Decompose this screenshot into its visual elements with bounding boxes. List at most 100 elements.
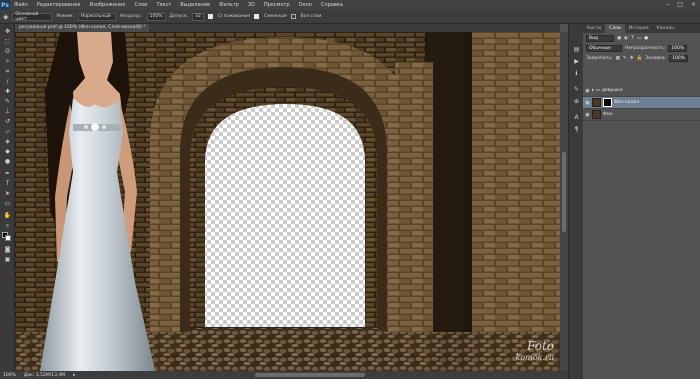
crop-tool-icon[interactable]: ⌗ xyxy=(3,68,12,75)
close-button[interactable]: × xyxy=(691,1,696,8)
options-bar: ◈ Основной цвет Режим: Нормальный Непроз… xyxy=(0,10,700,24)
menu-filter[interactable]: Фильтр xyxy=(219,2,239,8)
minimize-button[interactable]: – xyxy=(666,1,669,8)
vertical-scrollbar[interactable] xyxy=(560,32,568,371)
layer-row[interactable]: ◉ Фон xyxy=(583,109,700,121)
paragraph-panel-icon[interactable]: ¶ xyxy=(572,126,581,133)
status-arrow-icon[interactable]: ▸ xyxy=(73,373,75,378)
clone-source-panel-icon[interactable]: ⊕ xyxy=(572,98,581,105)
tab-history[interactable]: История xyxy=(625,24,653,33)
contiguous-label: Смежные xyxy=(264,14,287,19)
document-tab[interactable]: ресуаальня prof @ 100% (Фон копия, Слой-… xyxy=(15,24,150,32)
type-tool-icon[interactable]: T xyxy=(3,180,12,187)
horizontal-scroll-thumb[interactable] xyxy=(255,373,365,377)
lock-pixels-icon[interactable]: ▦ xyxy=(616,56,620,61)
eraser-tool-icon[interactable]: ▱ xyxy=(3,128,12,135)
doc-size: Док: 3,52M/13,4M xyxy=(23,372,66,378)
layers-panel: Кисти Слои История Каналы Вид ▣ ◐ T ▭ ● … xyxy=(583,24,700,379)
layer-name: Фон xyxy=(603,112,613,117)
menu-help[interactable]: Справка xyxy=(321,2,343,8)
paint-bucket-icon[interactable]: ◈ xyxy=(3,13,8,21)
tolerance-input[interactable]: 32 xyxy=(192,12,204,21)
canvas-artwork xyxy=(15,32,560,371)
layer-filter-select[interactable]: Вид xyxy=(586,34,614,42)
eye-icon[interactable]: ◉ xyxy=(583,100,592,106)
hand-tool-icon[interactable]: ✋ xyxy=(3,212,12,219)
history-brush-tool-icon[interactable]: ↺ xyxy=(3,118,12,125)
lock-move-icon[interactable]: ✥ xyxy=(630,56,634,61)
lock-paint-icon[interactable]: ✎ xyxy=(623,56,627,61)
menu-file[interactable]: Файл xyxy=(14,2,28,8)
marquee-tool-icon[interactable]: ⬚ xyxy=(3,38,12,45)
info-panel-icon[interactable]: ℹ xyxy=(572,70,581,77)
tab-channels[interactable]: Каналы xyxy=(653,24,679,33)
eye-icon[interactable]: ◉ xyxy=(583,112,592,118)
character-panel-icon[interactable]: A xyxy=(572,114,581,121)
healing-tool-icon[interactable]: ✚ xyxy=(3,88,12,95)
actions-panel-icon[interactable]: ▶ xyxy=(572,58,581,65)
menu-window[interactable]: Окно xyxy=(299,2,312,8)
zoom-tool-icon[interactable]: ⌕ xyxy=(3,222,12,229)
lasso-tool-icon[interactable]: ʘ xyxy=(3,48,12,55)
layer-opacity-input[interactable]: 100% xyxy=(668,44,688,52)
filter-shape-icon[interactable]: ▭ xyxy=(637,36,641,41)
filter-pixel-icon[interactable]: ▣ xyxy=(617,36,621,41)
brush-tool-icon[interactable]: ✎ xyxy=(3,98,12,105)
menu-edit[interactable]: Редактирование xyxy=(37,2,81,8)
eye-icon[interactable]: ◉ xyxy=(583,88,592,94)
path-selection-tool-icon[interactable]: ➤ xyxy=(3,190,12,197)
eyedropper-tool-icon[interactable]: ∕ xyxy=(3,78,12,85)
layer-row-group[interactable]: ◉ ▸ ▭ девушка xyxy=(583,85,700,97)
all-layers-label: Все слои xyxy=(300,14,322,19)
magic-wand-tool-icon[interactable]: ✧ xyxy=(3,58,12,65)
filter-toggle-icon[interactable]: ● xyxy=(644,36,648,41)
history-panel-icon[interactable]: ▤ xyxy=(572,46,581,53)
tab-brushes[interactable]: Кисти xyxy=(583,24,605,33)
menu-view[interactable]: Просмотр xyxy=(264,2,290,8)
menu-3d[interactable]: 3D xyxy=(248,2,255,8)
stamp-tool-icon[interactable]: ⊥ xyxy=(3,108,12,115)
zoom-level[interactable]: 100% xyxy=(3,373,16,378)
mode-label: Режим: xyxy=(56,14,74,19)
contiguous-checkbox[interactable] xyxy=(254,14,260,19)
shape-tool-icon[interactable]: ▭ xyxy=(3,200,12,207)
paint-bucket-tool-icon[interactable]: ◈ xyxy=(3,138,12,145)
brush-panel-icon[interactable]: ✎ xyxy=(572,86,581,93)
watermark-logo: Foto komok.ru xyxy=(516,340,554,363)
blur-tool-icon[interactable]: ◆ xyxy=(3,148,12,155)
screen-mode-icon[interactable]: ▣ xyxy=(3,256,12,263)
antialias-label: Сглаживание xyxy=(217,14,251,19)
panel-tabs: Кисти Слои История Каналы xyxy=(583,24,700,33)
tab-layers[interactable]: Слои xyxy=(605,24,625,33)
move-tool-icon[interactable]: ✥ xyxy=(3,28,12,35)
layer-mask-thumbnail[interactable] xyxy=(603,98,612,107)
layer-thumbnail xyxy=(592,110,601,119)
layer-name: Фон копия xyxy=(614,100,640,105)
maximize-button[interactable]: □ xyxy=(677,1,683,8)
filter-adjust-icon[interactable]: ◐ xyxy=(624,36,628,41)
window-controls: – □ × xyxy=(666,1,696,8)
vertical-scroll-thumb[interactable] xyxy=(562,152,566,232)
document-tab-bar: ресуаальня prof @ 100% (Фон копия, Слой-… xyxy=(15,24,560,32)
all-layers-checkbox[interactable] xyxy=(290,14,296,19)
menu-layers[interactable]: Слои xyxy=(134,2,147,8)
antialias-checkbox[interactable] xyxy=(207,14,213,19)
layer-row-selected[interactable]: ◉ Фон копия xyxy=(583,97,700,109)
filter-type-icon[interactable]: T xyxy=(631,36,634,41)
quick-mask-icon[interactable]: ◙ xyxy=(3,246,12,253)
document-canvas[interactable]: Foto komok.ru xyxy=(15,32,560,371)
dodge-tool-icon[interactable]: ● xyxy=(3,158,12,165)
background-color-swatch[interactable] xyxy=(5,235,11,241)
opacity-input[interactable]: 100% xyxy=(146,12,166,21)
menu-type[interactable]: Текст xyxy=(156,2,171,8)
fill-source-select[interactable]: Основной цвет xyxy=(12,12,53,22)
menu-image[interactable]: Изображение xyxy=(89,2,125,8)
menu-select[interactable]: Выделение xyxy=(180,2,210,8)
pen-tool-icon[interactable]: ✒ xyxy=(3,170,12,177)
mode-select[interactable]: Нормальный xyxy=(77,12,116,21)
layer-fill-input[interactable]: 100% xyxy=(669,54,689,62)
lock-all-icon[interactable]: 🔒 xyxy=(636,56,642,61)
layer-filter-row: Вид ▣ ◐ T ▭ ● xyxy=(583,33,700,43)
blend-mode-select[interactable]: Обычные xyxy=(586,44,622,52)
tools-panel: ✥ ⬚ ʘ ✧ ⌗ ∕ ✚ ✎ ⊥ ↺ ▱ ◈ ◆ ● ✒ T ➤ ▭ ✋ ⌕ … xyxy=(0,24,15,371)
